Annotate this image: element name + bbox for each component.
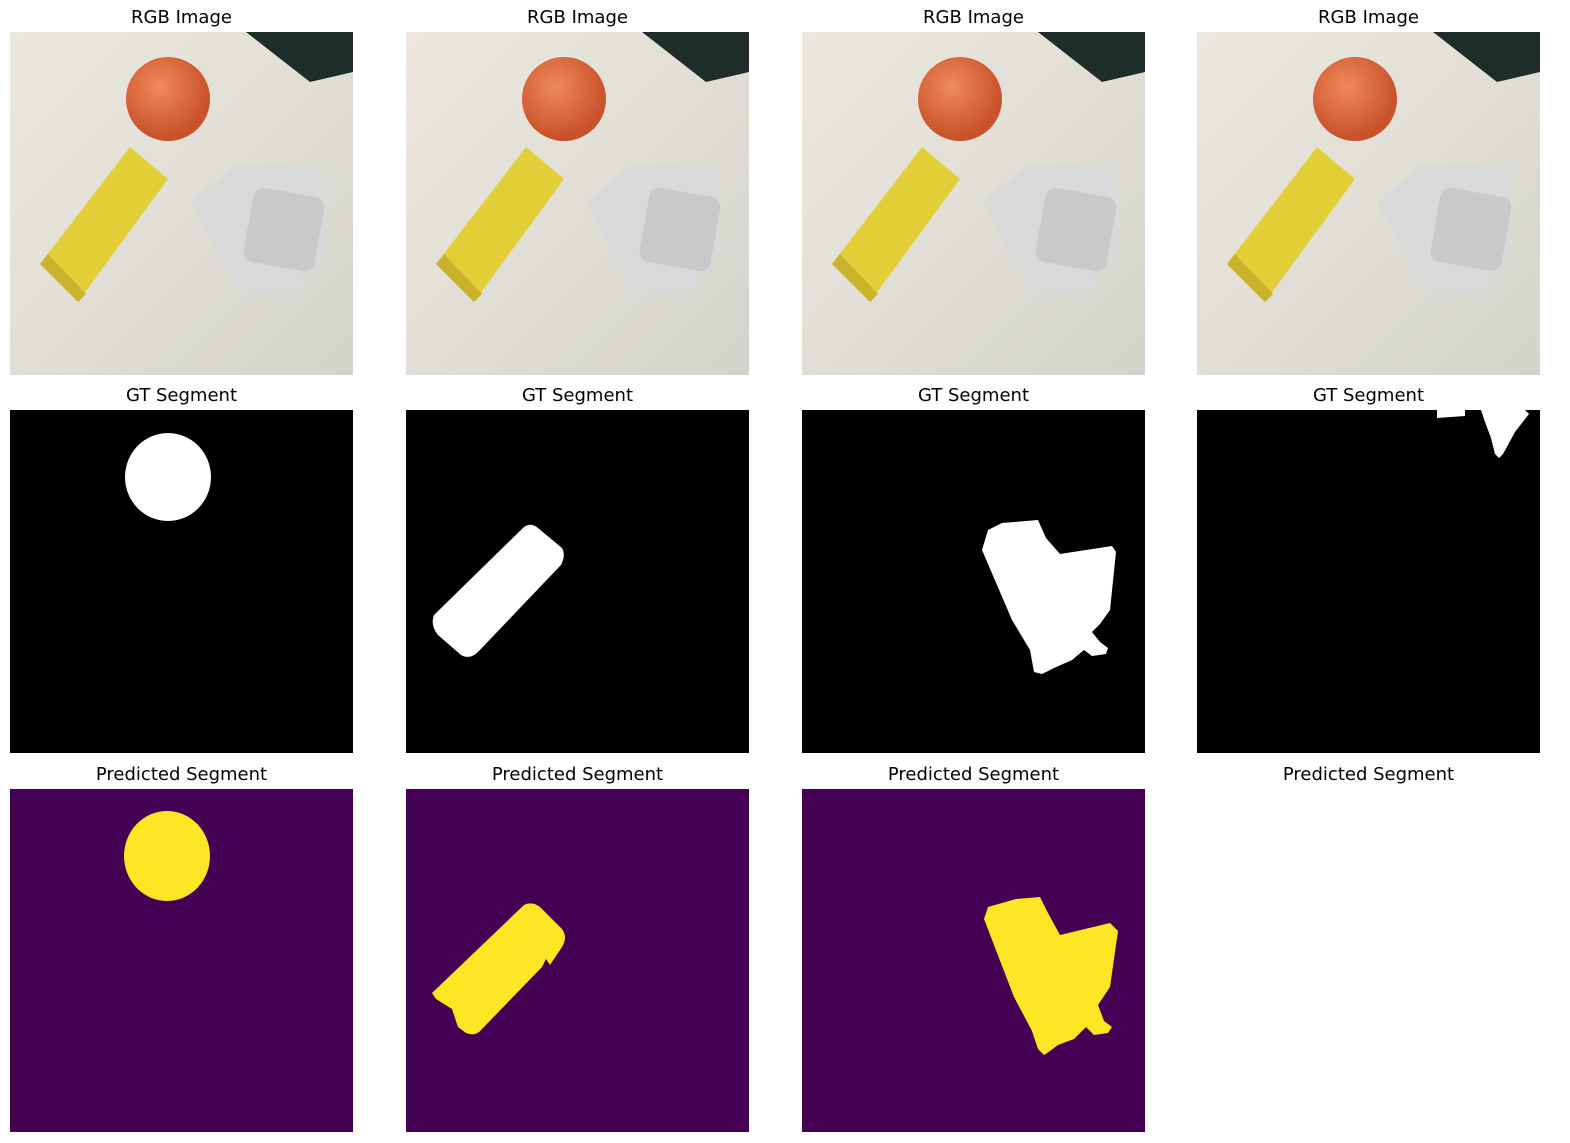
rgb-image-title-3: RGB Image [923,7,1024,28]
rgb-image-4 [1197,32,1540,375]
rgb-image-title-1: RGB Image [131,7,232,28]
gt-segment-2 [406,410,749,753]
predicted-segment-title-2: Predicted Segment [491,764,664,785]
gt-segment-title-1: GT Segment [125,385,238,406]
rgb-image-3 [802,32,1145,375]
gt-segment-title-4: GT Segment [1312,385,1425,406]
predicted-segment-title-4: Predicted Segment [1282,764,1455,785]
orange-shape [918,57,1002,141]
predicted-segment-3 [802,789,1145,1132]
gt-segment-title-3: GT Segment [917,385,1030,406]
predicted-segment-title-3: Predicted Segment [887,764,1060,785]
gt-segment-3 [802,410,1145,753]
rgb-image-title-4: RGB Image [1318,7,1419,28]
segmentation-figure: RGB Image RGB Image RGB Image RGB Image … [0,0,1570,1143]
rgb-image-title-2: RGB Image [527,7,628,28]
gt-segment-4 [1197,410,1540,753]
orange-shape [522,57,606,141]
orange-shape [1313,57,1397,141]
orange-shape [126,57,210,141]
rgb-image-1 [10,32,353,375]
pred-mask-orange [124,811,210,901]
rgb-image-2 [406,32,749,375]
gt-segment-title-2: GT Segment [521,385,634,406]
predicted-segment-title-1: Predicted Segment [95,764,268,785]
gt-segment-1 [10,410,353,753]
gt-mask-orange [125,433,211,521]
predicted-segment-1 [10,789,353,1132]
predicted-segment-2 [406,789,749,1132]
